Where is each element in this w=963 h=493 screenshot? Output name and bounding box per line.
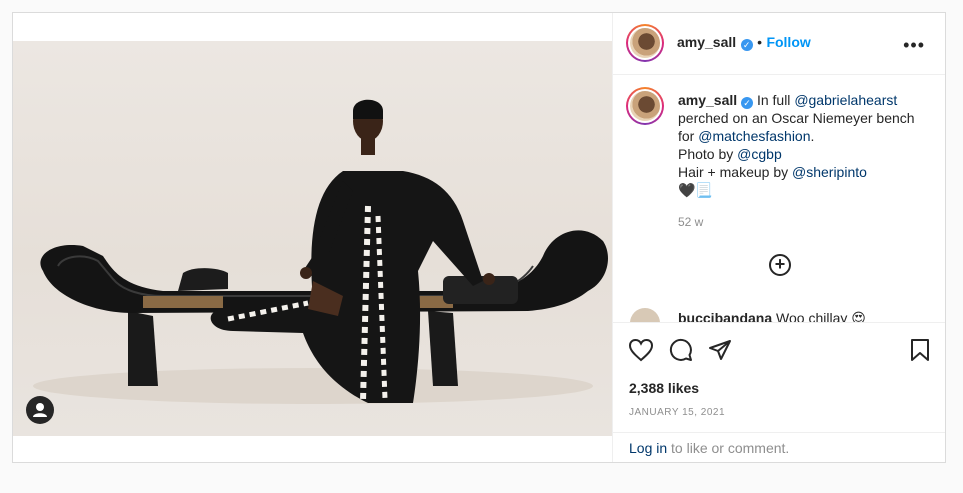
mention-link[interactable]: @sheripinto [792, 164, 867, 180]
follow-button[interactable]: Follow [766, 34, 810, 50]
commenter-username[interactable]: buccibandana [678, 310, 772, 322]
comment-text: Woo chillay 😍 [776, 310, 866, 322]
share-icon[interactable] [708, 338, 732, 362]
person-icon [33, 403, 47, 417]
more-options-icon[interactable]: ••• [903, 35, 925, 56]
caption: amy_sall ✓ In full @gabrielahearst perch… [678, 91, 928, 231]
caption-emoji: 🖤📃 [678, 182, 713, 198]
commenter-avatar[interactable] [630, 308, 660, 322]
post-card: amy_sall ✓ • Follow ••• amy_sall ✓ In fu… [12, 12, 946, 463]
comments-area: amy_sall ✓ In full @gabrielahearst perch… [613, 74, 945, 322]
login-text: to like or comment. [667, 440, 790, 456]
caption-username[interactable]: amy_sall [678, 92, 737, 108]
photo-illustration [33, 99, 609, 404]
caption-text: Hair + makeup by [678, 164, 792, 180]
post-photo[interactable] [13, 41, 612, 436]
comment-icon[interactable] [669, 338, 693, 362]
verified-badge-icon: ✓ [740, 39, 753, 51]
header-separator: • [757, 34, 762, 50]
caption-avatar[interactable] [626, 87, 664, 125]
post-side-panel: amy_sall ✓ • Follow ••• amy_sall ✓ In fu… [612, 13, 945, 462]
likes-count[interactable]: 2,388 likes [629, 380, 699, 396]
comment-preview: buccibandana Woo chillay 😍 [678, 310, 866, 322]
actions-section: 2,388 likes JANUARY 15, 2021 [613, 322, 945, 433]
bookmark-icon[interactable] [910, 338, 930, 362]
caption-text: Photo by [678, 146, 738, 162]
post-header: amy_sall ✓ • Follow ••• [613, 13, 945, 75]
author-avatar[interactable] [626, 24, 664, 62]
login-link[interactable]: Log in [629, 440, 667, 456]
heart-icon[interactable] [628, 338, 654, 362]
caption-text: . [810, 128, 815, 144]
caption-timestamp[interactable]: 52 w [678, 213, 928, 231]
mention-link[interactable]: @gabrielahearst [794, 92, 897, 108]
login-prompt: Log in to like or comment. [613, 432, 945, 463]
verified-badge-icon: ✓ [741, 97, 754, 109]
load-more-comments-icon[interactable]: + [769, 254, 791, 276]
post-media[interactable] [13, 13, 612, 462]
author-username[interactable]: amy_sall [677, 34, 736, 50]
caption-text: In full [756, 92, 795, 108]
post-date[interactable]: JANUARY 15, 2021 [629, 407, 725, 418]
user-tag-button[interactable] [26, 396, 54, 424]
mention-link[interactable]: @matchesfashion [698, 128, 810, 144]
mention-link[interactable]: @cgbp [737, 146, 782, 162]
